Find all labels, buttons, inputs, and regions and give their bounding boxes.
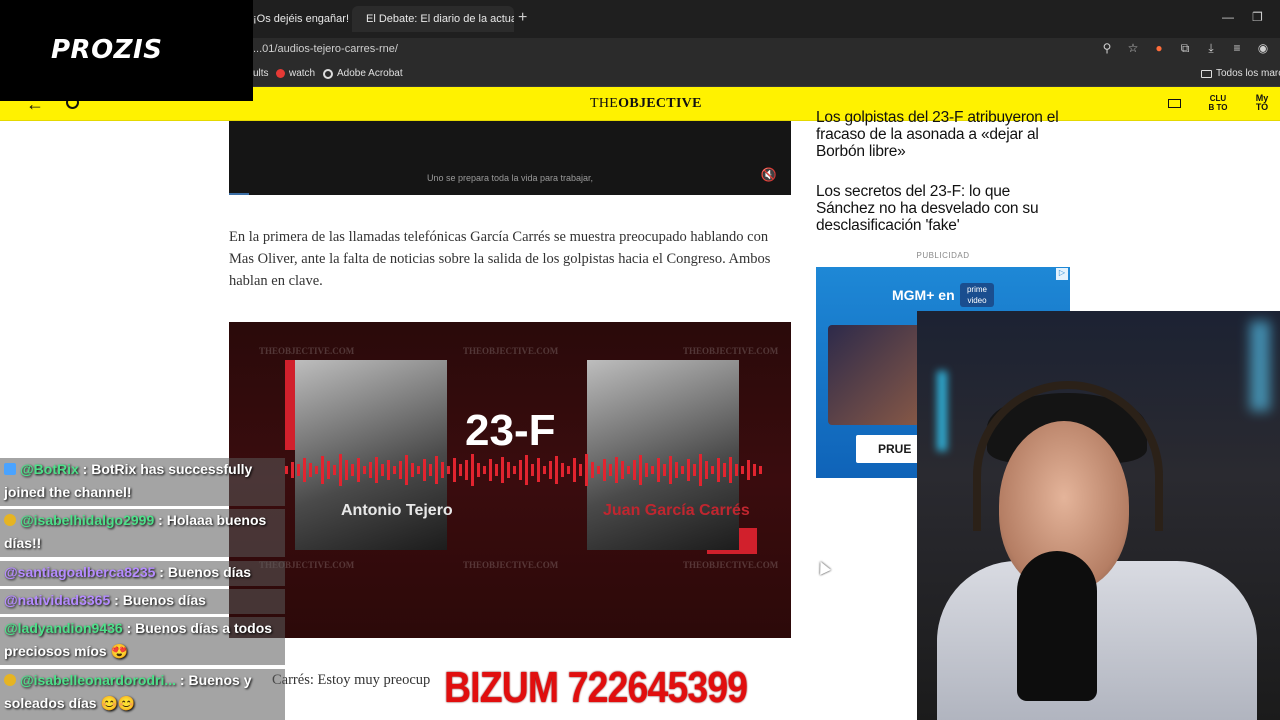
chat-message: @natividad3365 : Buenos días xyxy=(0,589,285,614)
chat-user: @isabelhidalgo2999 xyxy=(20,512,155,528)
microphone xyxy=(1017,551,1097,701)
article-video[interactable]: Uno se prepara toda la vida para trabaja… xyxy=(229,121,791,195)
headline-text: Los golpistas del 23-F atribuyeron el fr… xyxy=(816,109,1059,160)
chat-message: @santiagoalberca8235 : Buenos días xyxy=(0,561,285,586)
background-light xyxy=(937,371,947,451)
zoom-icon[interactable]: ⚲ xyxy=(1100,41,1114,56)
chat-user: @ladyandion9436 xyxy=(4,620,123,636)
watermark: THEOBJECTIVE.COM xyxy=(259,346,355,356)
url-field[interactable]: ...01/audios-tejero-carres-rne/ xyxy=(253,43,398,55)
minimize-icon[interactable]: — xyxy=(1222,10,1234,24)
bookmark-label: Adobe Acrobat xyxy=(337,68,403,79)
bizum-overlay: BIZUM 722645399 xyxy=(444,663,748,712)
figure-title: 23-F xyxy=(465,406,556,455)
smile-icon xyxy=(4,674,16,686)
chat-text: : Buenos días xyxy=(114,592,206,608)
logo-bold: OBJECTIVE xyxy=(618,96,702,111)
red-accent xyxy=(285,360,295,450)
tab-label: El Debate: El diario de la actual xyxy=(366,13,514,25)
article-quote: Carrés: Estoy muy preocup xyxy=(272,672,431,688)
background-light xyxy=(1250,321,1270,411)
sponsor-logo: PROZIS xyxy=(51,35,163,65)
sidebar-headline-1[interactable]: Los golpistas del 23-F atribuyeron el fr… xyxy=(816,108,1070,160)
tab-youtube[interactable]: ¡Os dejéis engañar! ¡No 🔊 ✕ xyxy=(253,8,348,30)
chat-user: @santiagoalberca8235 xyxy=(4,564,156,580)
bookmark-label: watch xyxy=(289,68,316,79)
mute-icon[interactable]: 🔇 xyxy=(761,167,777,183)
article-paragraph: En la primera de las llamadas telefónica… xyxy=(229,229,771,289)
chat-message: @isabelleonardorodri... : Buenos y solea… xyxy=(0,669,285,720)
bookmark-adobe[interactable]: Adobe Acrobat xyxy=(323,68,403,79)
prime-video-logo: prime video xyxy=(960,283,994,307)
my-to-button[interactable]: My TO xyxy=(1253,94,1271,112)
watermark: THEOBJECTIVE.COM xyxy=(463,560,559,570)
chat-text: : Buenos días xyxy=(159,564,252,580)
watermark: THEOBJECTIVE.COM xyxy=(683,346,779,356)
extension-icon[interactable]: ● xyxy=(1152,41,1166,56)
adchoices-icon[interactable]: ▷ xyxy=(1056,268,1068,280)
star-icon[interactable]: ☆ xyxy=(1126,41,1140,56)
sidebar-headline-2[interactable]: Los secretos del 23-F: lo que Sánchez no… xyxy=(816,183,1070,234)
logo-light: THE xyxy=(590,96,619,111)
bot-icon xyxy=(4,463,16,475)
ad-brand: MGM+ en xyxy=(892,287,955,303)
ad-label: PUBLICIDAD xyxy=(916,251,970,260)
menu-icon[interactable]: ≡ xyxy=(1230,41,1244,56)
smile-icon xyxy=(4,514,16,526)
headphones xyxy=(973,381,1163,531)
puzzle-icon[interactable]: ⧉ xyxy=(1178,41,1192,56)
watermark: THEOBJECTIVE.COM xyxy=(683,560,779,570)
new-tab-icon[interactable]: + xyxy=(518,9,527,27)
my-to-label: My TO xyxy=(1255,93,1269,112)
folder-icon xyxy=(1201,69,1212,78)
sponsor-overlay: PROZIS xyxy=(0,0,253,101)
chat-message: @BotRix : BotRix has successfully joined… xyxy=(0,458,285,506)
maximize-icon[interactable]: ❐ xyxy=(1252,10,1263,24)
watermark: THEOBJECTIVE.COM xyxy=(463,346,559,356)
stream-chat: @BotRix : BotRix has successfully joined… xyxy=(0,458,285,720)
profile-icon[interactable]: ◉ xyxy=(1256,41,1270,56)
club-to-button[interactable]: CLUB TO xyxy=(1208,94,1228,112)
chat-user: @natividad3365 xyxy=(4,592,111,608)
bookmark-watch[interactable]: watch xyxy=(276,68,315,79)
webcam-feed xyxy=(917,311,1280,720)
streamer-shirt xyxy=(937,561,1257,720)
bookmark-label: ults xyxy=(253,68,269,79)
figure-name-right: Juan García Carrés xyxy=(603,502,750,519)
mail-icon[interactable] xyxy=(1168,99,1181,108)
tab-eldebate[interactable]: El Debate: El diario de la actual ✕ xyxy=(352,6,514,32)
mouse-cursor xyxy=(815,559,831,575)
toolbar-icons: ⚲ ☆ ● ⧉ ⤓ ≡ ◉ xyxy=(1100,41,1270,56)
site-logo[interactable]: THEOBJECTIVE xyxy=(590,96,702,112)
figure-name-left: Antonio Tejero xyxy=(341,502,453,519)
tab-label: ¡Os dejéis engañar! ¡No xyxy=(253,13,348,25)
screen: ¡Os dejéis engañar! ¡No 🔊 ✕ El Debate: E… xyxy=(0,0,1280,720)
chat-user: @isabelleonardorodri... xyxy=(20,672,177,688)
club-label: CLUB TO xyxy=(1208,94,1228,112)
adobe-icon xyxy=(323,68,333,79)
bookmark-all[interactable]: Todos los marcad xyxy=(1201,68,1280,79)
video-progress-bar[interactable] xyxy=(229,193,249,195)
audio-waveform xyxy=(285,454,762,486)
ad-poster xyxy=(828,325,928,425)
download-icon[interactable]: ⤓ xyxy=(1204,41,1218,56)
bookmark-label: Todos los marcad xyxy=(1216,68,1280,79)
youtube-icon xyxy=(276,69,285,78)
chat-message: @ladyandion9436 : Buenos días a todos pr… xyxy=(0,617,285,665)
chat-user: @BotRix xyxy=(20,461,79,477)
article-figure[interactable]: THEOBJECTIVE.COM THEOBJECTIVE.COM THEOBJ… xyxy=(229,322,791,638)
bookmark-results[interactable]: ults xyxy=(253,68,269,79)
video-caption: Uno se prepara toda la vida para trabaja… xyxy=(426,173,594,183)
chat-message: @isabelhidalgo2999 : Holaaa buenos días!… xyxy=(0,509,285,557)
